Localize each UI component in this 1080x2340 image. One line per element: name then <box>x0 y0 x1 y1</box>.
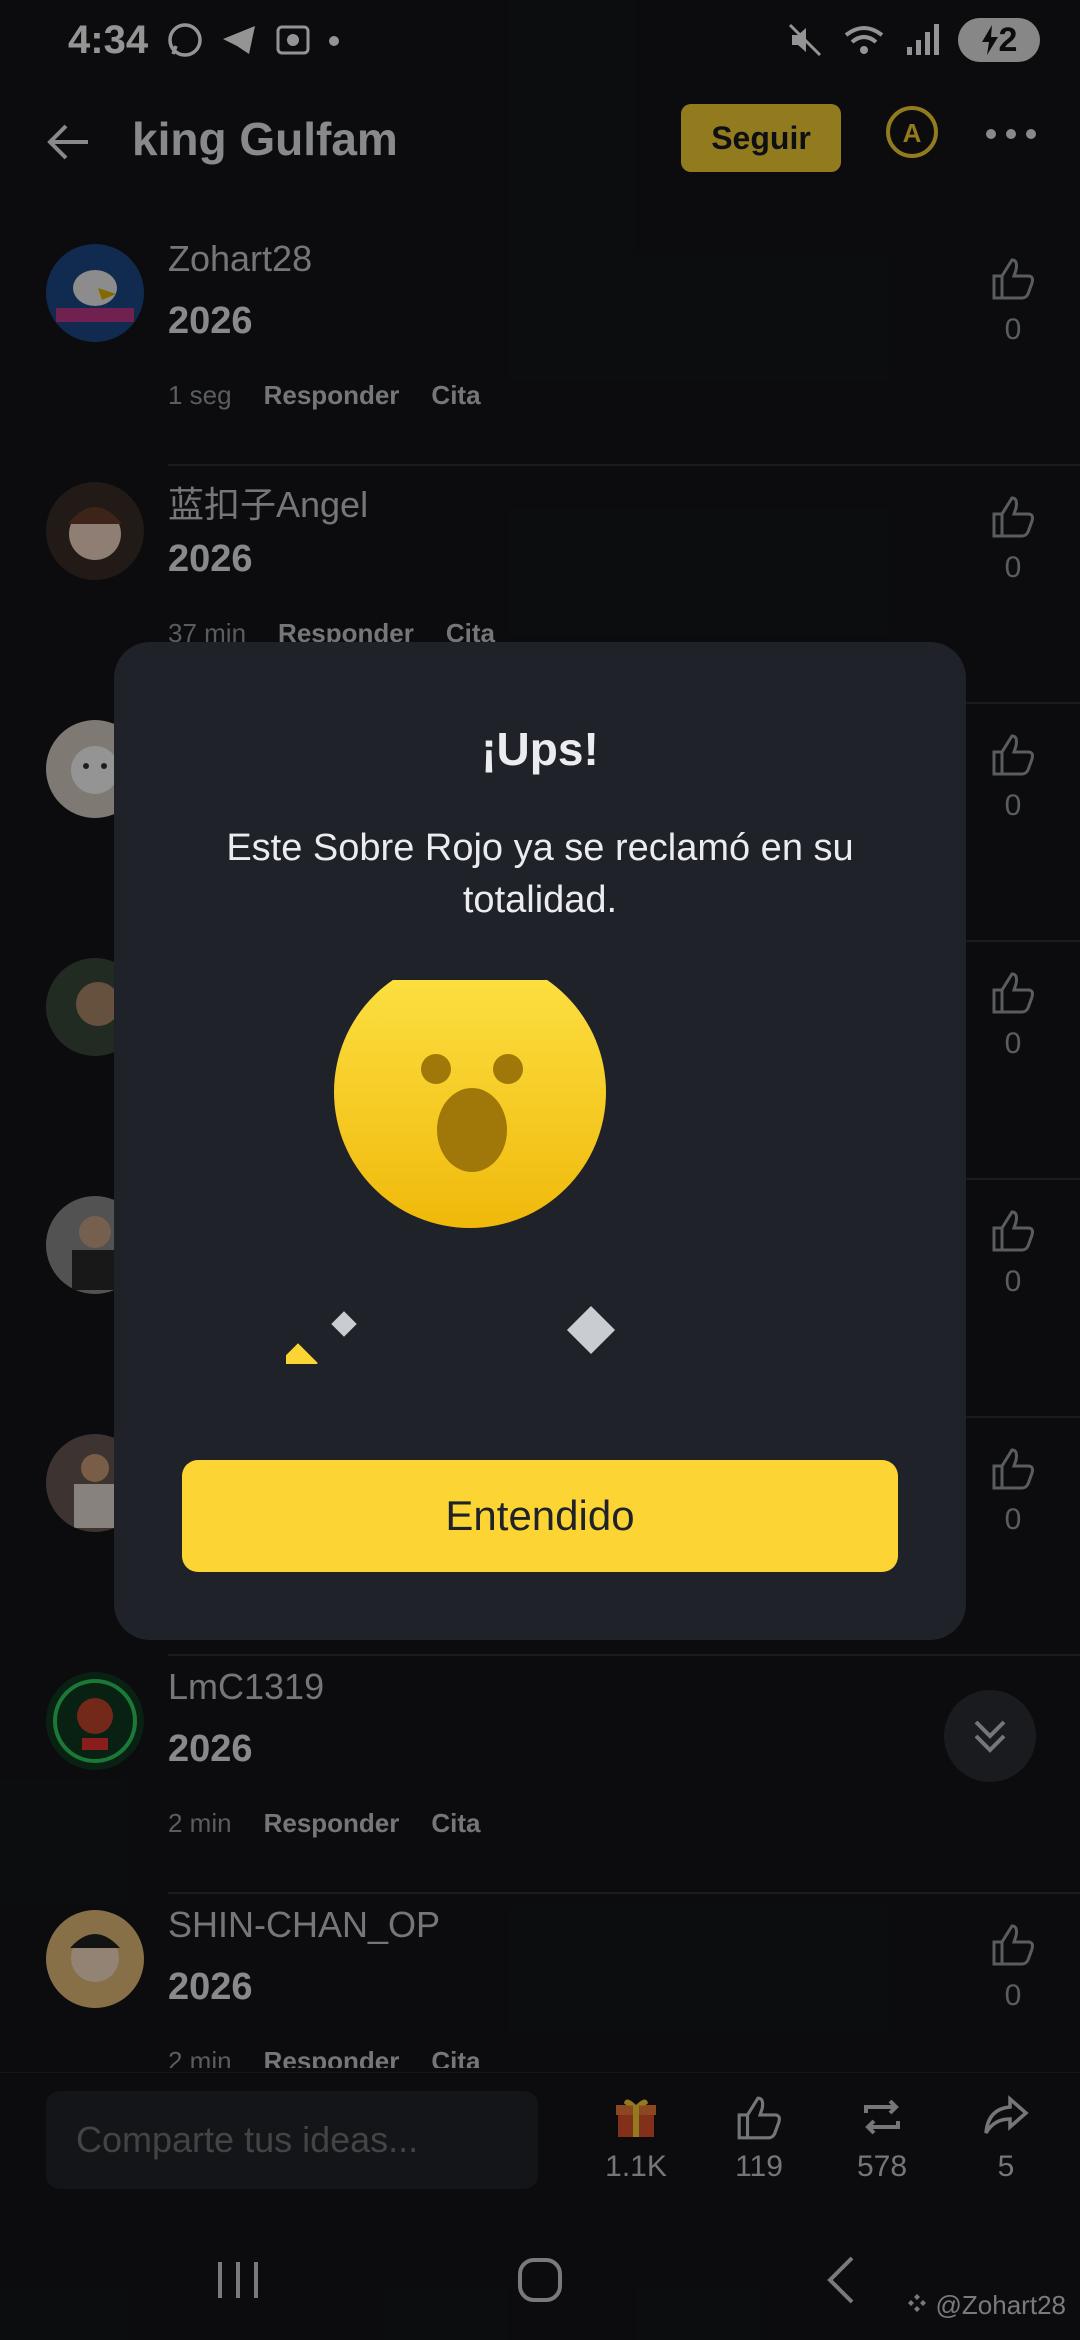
surprised-face-icon <box>286 980 616 1364</box>
red-packet-modal: ¡Ups! Este Sobre Rojo ya se reclamó en s… <box>114 642 966 1640</box>
modal-message: Este Sobre Rojo ya se reclamó en su tota… <box>226 827 854 921</box>
confirm-button[interactable]: Entendido <box>182 1460 898 1572</box>
modal-title: ¡Ups! <box>481 723 599 775</box>
